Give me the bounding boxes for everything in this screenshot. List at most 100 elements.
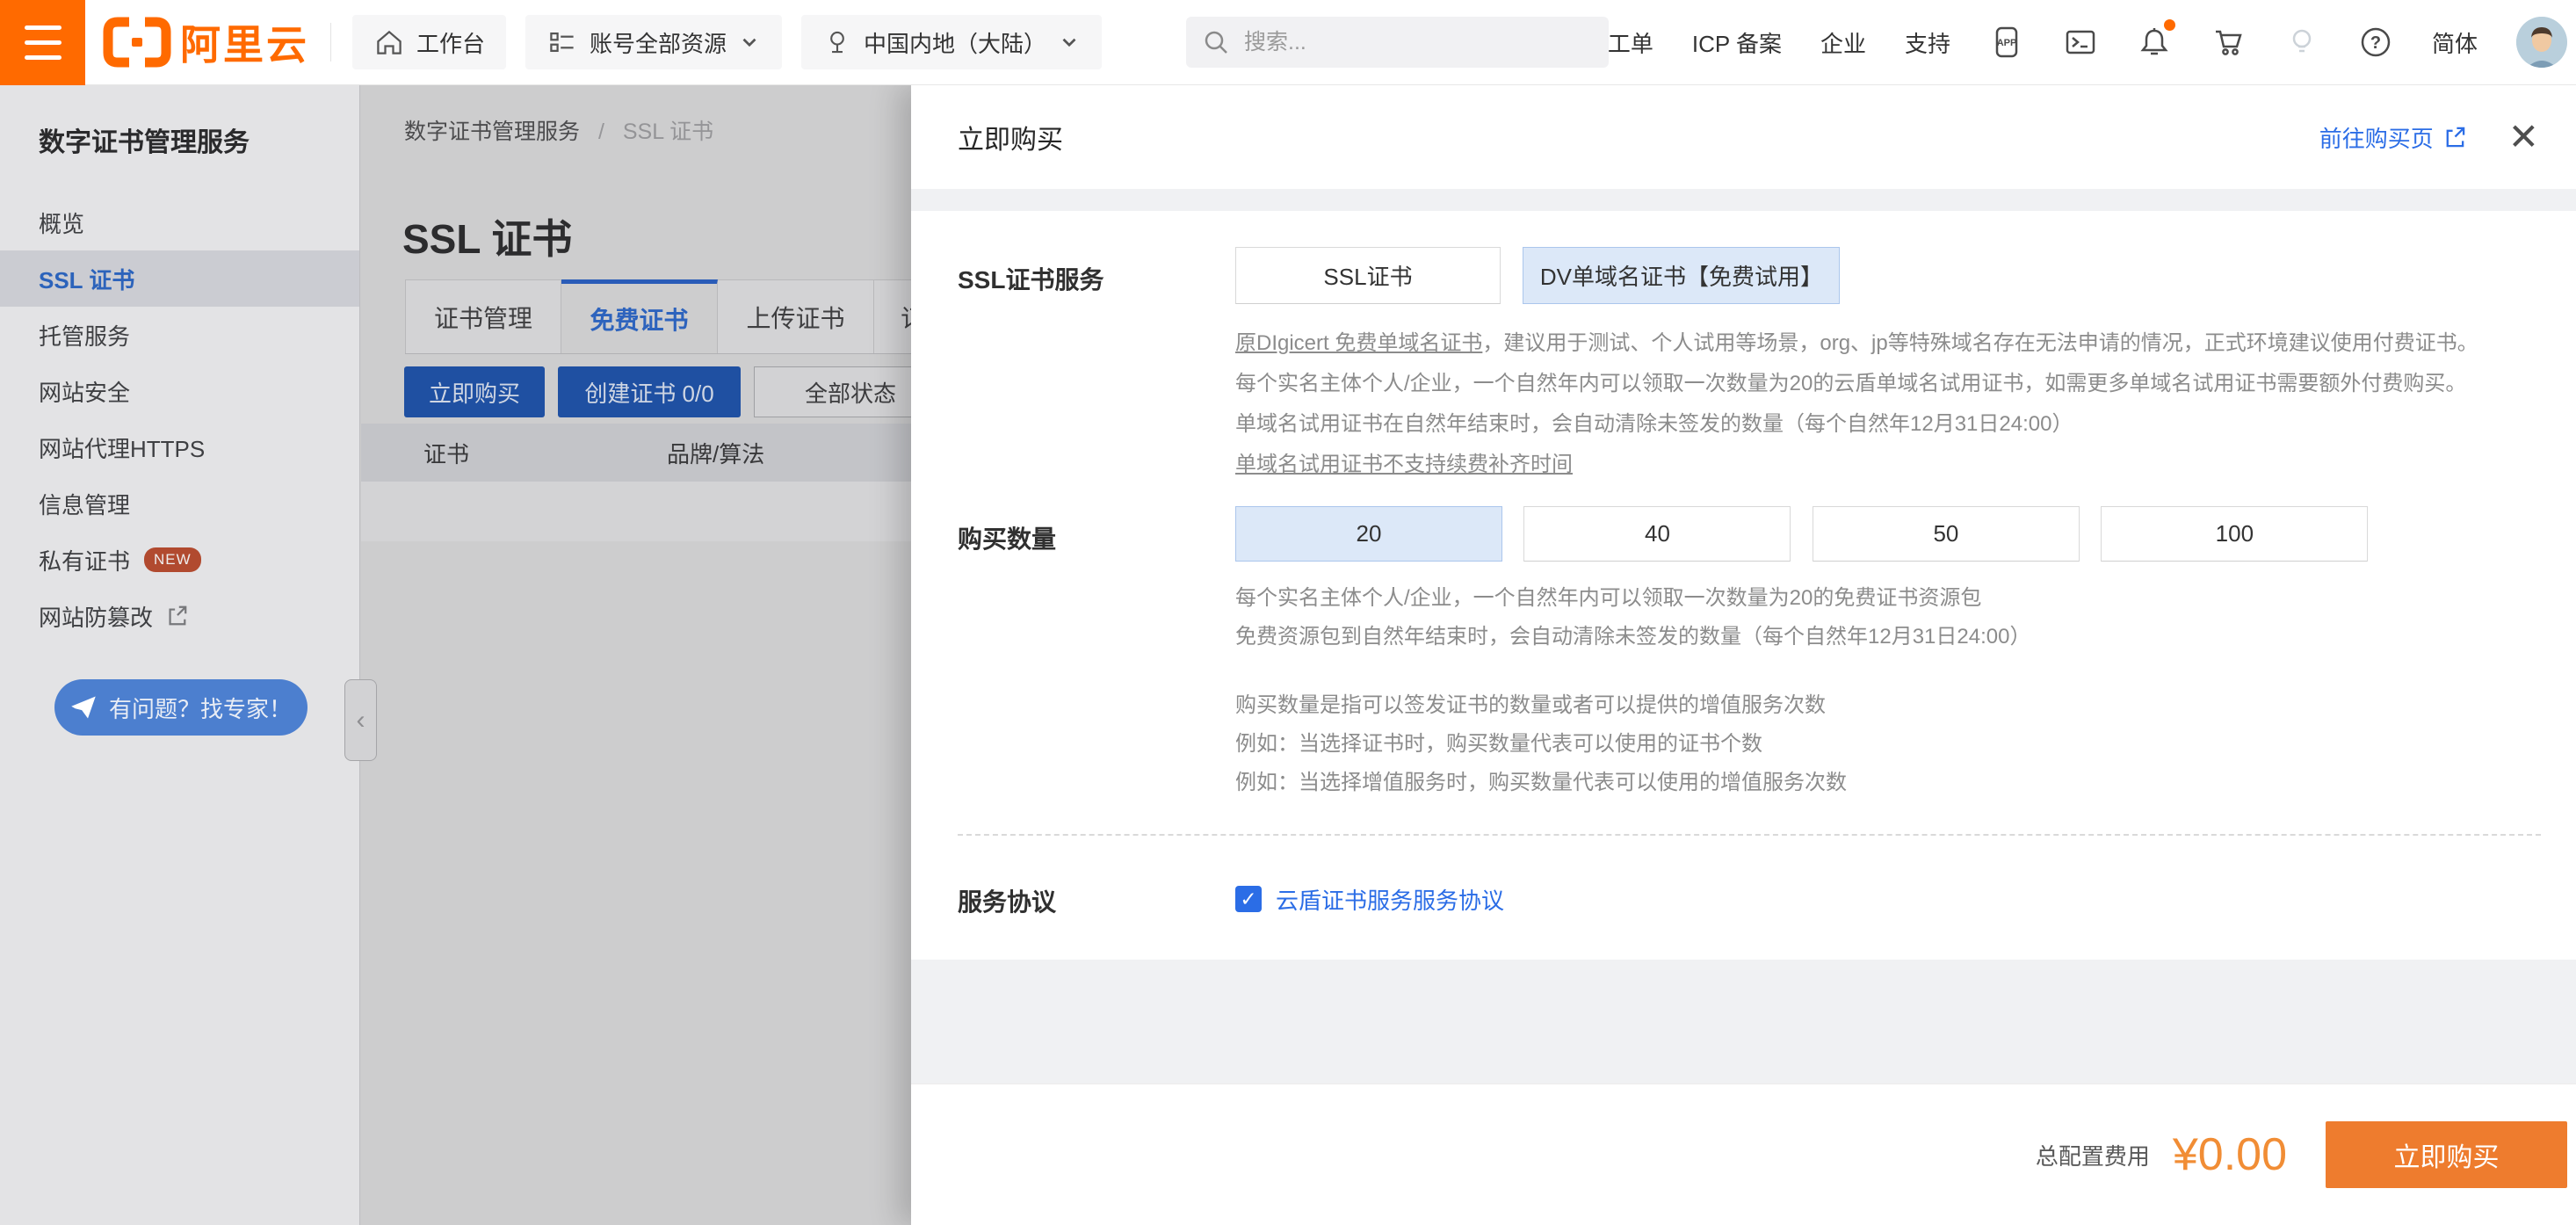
agreement-row: 服务协议 ✓ 云盾证书服务服务协议 <box>958 869 2541 918</box>
external-link-icon <box>2442 126 2466 149</box>
tab-upload-cert[interactable]: 上传证书 <box>718 279 874 353</box>
svg-text:APP: APP <box>1997 38 2017 48</box>
brand-name: 阿里云 <box>180 13 309 71</box>
home-icon <box>373 26 405 58</box>
page-title: SSL 证书 <box>402 207 572 265</box>
tab-free-cert[interactable]: 免费证书 <box>561 279 718 353</box>
bulb-icon[interactable] <box>2284 25 2319 60</box>
svg-text:?: ? <box>2370 33 2381 53</box>
quantity-option-100[interactable]: 100 <box>2101 506 2368 562</box>
search-icon <box>1202 28 1230 56</box>
quantity-row: 购买数量 20 40 50 100 每个实名主体个人/企业，一个自然年内可以领取… <box>958 506 2541 802</box>
desc-line-4: 单域名试用证书不支持续费补齐时间 <box>1235 445 2541 485</box>
ssl-service-options: SSL证书 DV单域名证书【免费试用】 <box>1235 247 2541 304</box>
drawer-footer: 总配置费用 ¥0.00 立即购买 <box>911 1084 2576 1225</box>
global-search[interactable] <box>1186 17 1609 68</box>
help-icon[interactable]: ? <box>2358 25 2393 60</box>
tab-cert-management[interactable]: 证书管理 <box>405 279 561 353</box>
quantity-notes-2: 购买数量是指可以签发证书的数量或者可以提供的增值服务次数 例如：当选择证书时，购… <box>1235 686 2541 802</box>
sidebar-item-label: 网站代理HTTPS <box>39 431 205 464</box>
desc-line-1-underlined: 原DIgicert 免费单域名证书 <box>1235 331 1482 355</box>
drawer-title: 立即购买 <box>958 118 1063 156</box>
desc-line-1-rest: ，建议用于测试、个人试用等场景，org、jp等特殊域名存在无法申请的情况，正式环… <box>1482 331 2478 355</box>
desc-line-2: 每个实名主体个人/企业，一个自然年内可以领取一次数量为20的云盾单域名试用证书，… <box>1235 364 2541 404</box>
account-resources-label: 账号全部资源 <box>590 26 727 59</box>
ssl-service-label: SSL证书服务 <box>958 247 1235 485</box>
topbar-link-icp[interactable]: ICP 备案 <box>1692 26 1782 59</box>
notification-dot <box>2164 19 2175 31</box>
quantity-options: 20 40 50 100 <box>1235 506 2541 562</box>
close-icon[interactable]: ✕ <box>2508 119 2539 156</box>
workbench-button[interactable]: 工作台 <box>352 15 506 69</box>
terminal-icon[interactable] <box>2063 25 2098 60</box>
avatar[interactable] <box>2516 17 2567 68</box>
location-pin-icon <box>822 27 852 57</box>
quantity-note-4: 例如：当选择证书时，购买数量代表可以使用的证书个数 <box>1235 725 2541 764</box>
sidebar-item-ssl-cert[interactable]: SSL 证书 <box>0 250 359 307</box>
agreement-label: 服务协议 <box>958 869 1235 918</box>
breadcrumb: 数字证书管理服务 / SSL 证书 <box>404 114 713 146</box>
quantity-option-40[interactable]: 40 <box>1523 506 1791 562</box>
buy-now-button[interactable]: 立即购买 <box>404 366 545 417</box>
breadcrumb-root[interactable]: 数字证书管理服务 <box>404 120 580 144</box>
divider <box>330 23 331 62</box>
table-header-brand: 品牌/算法 <box>667 437 764 469</box>
quantity-note-2: 免费资源包到自然年结束时，会自动清除未签发的数量（每个自然年12月31日24:0… <box>1235 618 2541 656</box>
goto-purchase-page-label: 前往购买页 <box>2319 121 2434 154</box>
sidebar-item-hosting[interactable]: 托管服务 <box>0 307 359 363</box>
chevron-down-icon <box>1058 31 1081 54</box>
aliyun-brackets-icon <box>103 17 171 68</box>
total-price: ¥0.00 <box>2173 1128 2287 1181</box>
toolbar: 立即购买 创建证书 0/0 全部状态 <box>404 366 947 417</box>
account-resources-button[interactable]: 账号全部资源 <box>525 15 782 69</box>
option-dv-free-trial[interactable]: DV单域名证书【免费试用】 <box>1523 247 1840 304</box>
agreement-checkbox[interactable]: ✓ <box>1235 886 1262 912</box>
sidebar-title: 数字证书管理服务 <box>0 85 359 159</box>
resources-icon <box>546 26 578 58</box>
tab-label: 证书管理 <box>434 300 532 335</box>
topbar: 阿里云 工作台 账号全部资源 中国内地（大陆） <box>0 0 2576 85</box>
option-ssl-cert[interactable]: SSL证书 <box>1235 247 1501 304</box>
sidebar-item-label: 信息管理 <box>39 488 130 520</box>
hamburger-menu-icon[interactable] <box>0 0 85 85</box>
create-cert-button[interactable]: 创建证书 0/0 <box>558 366 741 417</box>
desc-line-1: 原DIgicert 免费单域名证书，建议用于测试、个人试用等场景，org、jp等… <box>1235 323 2541 364</box>
aliyun-logo[interactable]: 阿里云 <box>103 13 309 71</box>
sidebar-item-label: 网站防篡改 <box>39 600 153 633</box>
desc-line-3: 单域名试用证书在自然年结束时，会自动清除未签发的数量（每个自然年12月31日24… <box>1235 404 2541 445</box>
topbar-link-tickets[interactable]: 工单 <box>1608 26 1653 59</box>
confirm-buy-button[interactable]: 立即购买 <box>2326 1121 2567 1188</box>
total-cost-label: 总配置费用 <box>2036 1139 2150 1171</box>
search-input[interactable] <box>1242 29 1580 56</box>
new-badge: NEW <box>144 547 201 572</box>
language-toggle[interactable]: 简体 <box>2432 26 2478 59</box>
sidebar-item-label: SSL 证书 <box>39 263 134 295</box>
sidebar-item-private-cert[interactable]: 私有证书 NEW <box>0 532 359 588</box>
sidebar-item-info-management[interactable]: 信息管理 <box>0 475 359 532</box>
ssl-service-row: SSL证书服务 SSL证书 DV单域名证书【免费试用】 原DIgicert 免费… <box>958 247 2541 485</box>
goto-purchase-page-link[interactable]: 前往购买页 <box>2319 121 2466 154</box>
sidebar-item-proxy-https[interactable]: 网站代理HTTPS <box>0 419 359 475</box>
sidebar-collapse-handle[interactable]: ‹ <box>344 679 377 761</box>
status-filter-value: 全部状态 <box>805 376 896 409</box>
sidebar-item-anti-tamper[interactable]: 网站防篡改 <box>0 588 359 644</box>
sidebar-item-label: 私有证书 <box>39 544 130 576</box>
sidebar-item-website-security[interactable]: 网站安全 <box>0 363 359 419</box>
dashed-divider <box>958 834 2541 836</box>
region-selector[interactable]: 中国内地（大陆） <box>801 15 1102 69</box>
external-link-icon <box>165 605 188 627</box>
topbar-link-enterprise[interactable]: 企业 <box>1820 26 1866 59</box>
quantity-option-20[interactable]: 20 <box>1235 506 1502 562</box>
bell-icon[interactable] <box>2137 25 2172 60</box>
sidebar-item-overview[interactable]: 概览 <box>0 194 359 250</box>
breadcrumb-separator: / <box>598 120 604 144</box>
agreement-link[interactable]: 云盾证书服务服务协议 <box>1276 883 1504 916</box>
quantity-note-1: 每个实名主体个人/企业，一个自然年内可以领取一次数量为20的免费证书资源包 <box>1235 579 2541 618</box>
app-icon[interactable]: APP <box>1989 25 2024 60</box>
cart-icon[interactable] <box>2211 25 2246 60</box>
drawer-gray-bottom <box>911 960 2576 1084</box>
quantity-option-50[interactable]: 50 <box>1813 506 2080 562</box>
topbar-link-support[interactable]: 支持 <box>1905 26 1950 59</box>
ask-expert-button[interactable]: 有问题？找专家！ <box>54 679 308 736</box>
drawer-body: SSL证书服务 SSL证书 DV单域名证书【免费试用】 原DIgicert 免费… <box>911 247 2576 918</box>
